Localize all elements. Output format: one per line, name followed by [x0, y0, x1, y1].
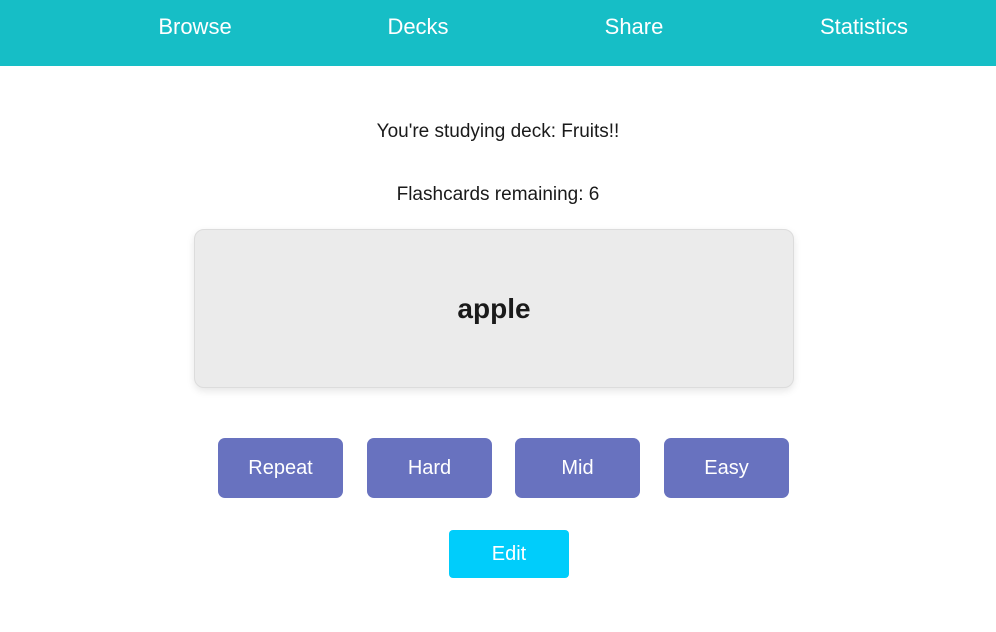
nav-item-share[interactable]: Share [605, 0, 664, 54]
flashcard[interactable]: apple [194, 229, 794, 388]
nav-item-decks[interactable]: Decks [387, 0, 448, 54]
edit-button[interactable]: Edit [449, 530, 569, 578]
mid-button[interactable]: Mid [515, 438, 640, 498]
hard-button[interactable]: Hard [367, 438, 492, 498]
easy-button[interactable]: Easy [664, 438, 789, 498]
flashcards-remaining-text: Flashcards remaining: 6 [396, 184, 600, 205]
top-navbar: Browse Decks Share Statistics [0, 0, 996, 66]
nav-item-browse[interactable]: Browse [158, 0, 231, 54]
studying-deck-text: You're studying deck: Fruits!! [376, 121, 620, 142]
nav-item-statistics[interactable]: Statistics [820, 0, 908, 54]
repeat-button[interactable]: Repeat [218, 438, 343, 498]
flashcard-word: apple [457, 292, 531, 324]
